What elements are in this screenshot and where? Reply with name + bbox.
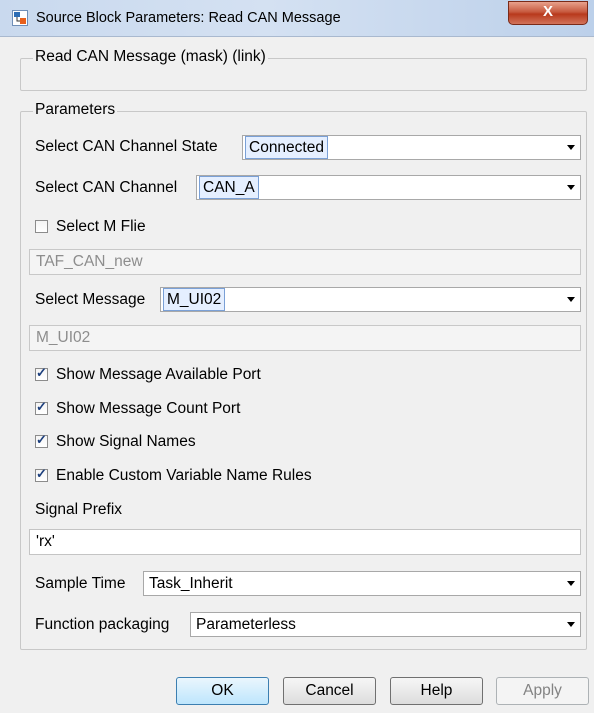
sample-time-value: Task_Inherit	[149, 575, 233, 592]
message-value: M_UI02	[163, 288, 226, 311]
parameters-group-label: Parameters	[33, 101, 118, 119]
chevron-down-icon	[567, 581, 575, 586]
help-button[interactable]: Help	[390, 677, 483, 705]
close-icon: X	[542, 3, 553, 20]
message-label: Select Message	[35, 291, 146, 308]
cancel-button[interactable]: Cancel	[283, 677, 376, 705]
signal-prefix-label: Signal Prefix	[35, 501, 123, 518]
block-heading: Read CAN Message (mask) (link)	[33, 48, 268, 66]
sample-time-dropdown[interactable]: Task_Inherit	[143, 571, 581, 596]
chevron-down-icon	[567, 297, 575, 302]
check-icon: ✓	[36, 466, 47, 481]
chevron-down-icon	[567, 185, 575, 190]
show-count-port-label: Show Message Count Port	[56, 400, 241, 417]
check-icon: ✓	[36, 399, 47, 414]
custom-name-rules-label: Enable Custom Variable Name Rules	[56, 467, 312, 484]
channel-state-value: Connected	[245, 136, 328, 159]
channel-value: CAN_A	[199, 176, 259, 199]
message-field: M_UI02	[29, 325, 581, 351]
show-signal-names-label: Show Signal Names	[56, 433, 196, 450]
channel-label: Select CAN Channel	[35, 179, 178, 196]
apply-button[interactable]: Apply	[496, 677, 589, 705]
custom-name-rules-checkbox[interactable]: ✓	[35, 466, 48, 482]
chevron-down-icon	[567, 145, 575, 150]
channel-state-dropdown[interactable]: Connected	[242, 135, 581, 160]
simulink-app-icon	[12, 10, 28, 26]
sample-time-label: Sample Time	[35, 575, 126, 592]
chevron-down-icon	[567, 622, 575, 627]
show-available-port-label: Show Message Available Port	[56, 366, 261, 383]
function-packaging-value: Parameterless	[196, 616, 296, 633]
ok-button[interactable]: OK	[176, 677, 269, 705]
show-signal-names-checkbox[interactable]: ✓	[35, 432, 48, 448]
close-button[interactable]: X	[508, 1, 588, 25]
signal-prefix-input[interactable]: 'rx'	[29, 529, 581, 555]
m-file-field: TAF_CAN_new	[29, 249, 581, 275]
window-title: Source Block Parameters: Read CAN Messag…	[36, 10, 341, 26]
title-bar[interactable]: Source Block Parameters: Read CAN Messag…	[0, 0, 594, 37]
check-icon: ✓	[36, 365, 47, 380]
function-packaging-label: Function packaging	[35, 616, 170, 633]
show-count-port-checkbox[interactable]: ✓	[35, 399, 48, 415]
channel-dropdown[interactable]: CAN_A	[196, 175, 581, 200]
select-m-file-label: Select M Flie	[56, 218, 146, 235]
channel-state-label: Select CAN Channel State	[35, 138, 218, 155]
check-icon: ✓	[36, 432, 47, 447]
function-packaging-dropdown[interactable]: Parameterless	[190, 612, 581, 637]
select-m-file-checkbox[interactable]	[35, 220, 48, 233]
show-available-port-checkbox[interactable]: ✓	[35, 365, 48, 381]
message-dropdown[interactable]: M_UI02	[160, 287, 581, 312]
